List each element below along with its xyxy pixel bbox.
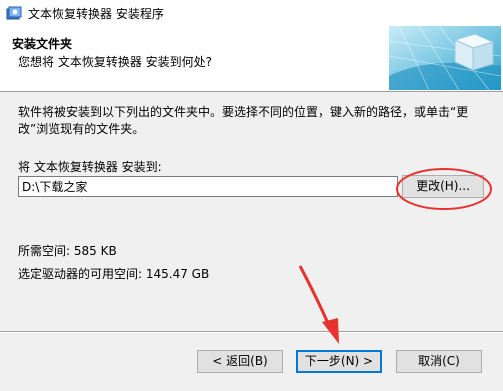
installer-app-icon: [6, 5, 22, 21]
change-folder-button[interactable]: 更改(H)...: [402, 175, 484, 198]
page-title: 安装文件夹: [12, 37, 73, 51]
cancel-button[interactable]: 取消(C): [396, 350, 482, 373]
footer-divider: [0, 331, 503, 333]
title-bar: 文本恢复转换器 安装程序: [0, 0, 503, 26]
page-subtitle: 您想将 文本恢复转换器 安装到何处?: [18, 55, 212, 69]
installer-window: 文本恢复转换器 安装程序 安装文件夹 您想将 文本恢复转换器 安装到何处? 软件…: [0, 0, 503, 391]
destination-label: 将 文本恢复转换器 安装到:: [18, 160, 162, 174]
next-button[interactable]: 下一步(N) >: [296, 350, 382, 373]
space-available-text: 选定驱动器的可用空间: 145.47 GB: [18, 267, 210, 281]
header-cube-graphic: [388, 25, 502, 91]
install-path-input[interactable]: [18, 176, 398, 197]
install-description: 软件将被安装到以下列出的文件夹中。要选择不同的位置，键入新的路径，或单击“更改”…: [18, 105, 469, 136]
window-title: 文本恢复转换器 安装程序: [28, 7, 164, 21]
wizard-header: 安装文件夹 您想将 文本恢复转换器 安装到何处?: [0, 25, 503, 92]
back-button[interactable]: < 返回(B): [197, 350, 283, 373]
space-required-text: 所需空间: 585 KB: [18, 244, 117, 258]
annotation-arrow-shaft: [298, 265, 332, 329]
